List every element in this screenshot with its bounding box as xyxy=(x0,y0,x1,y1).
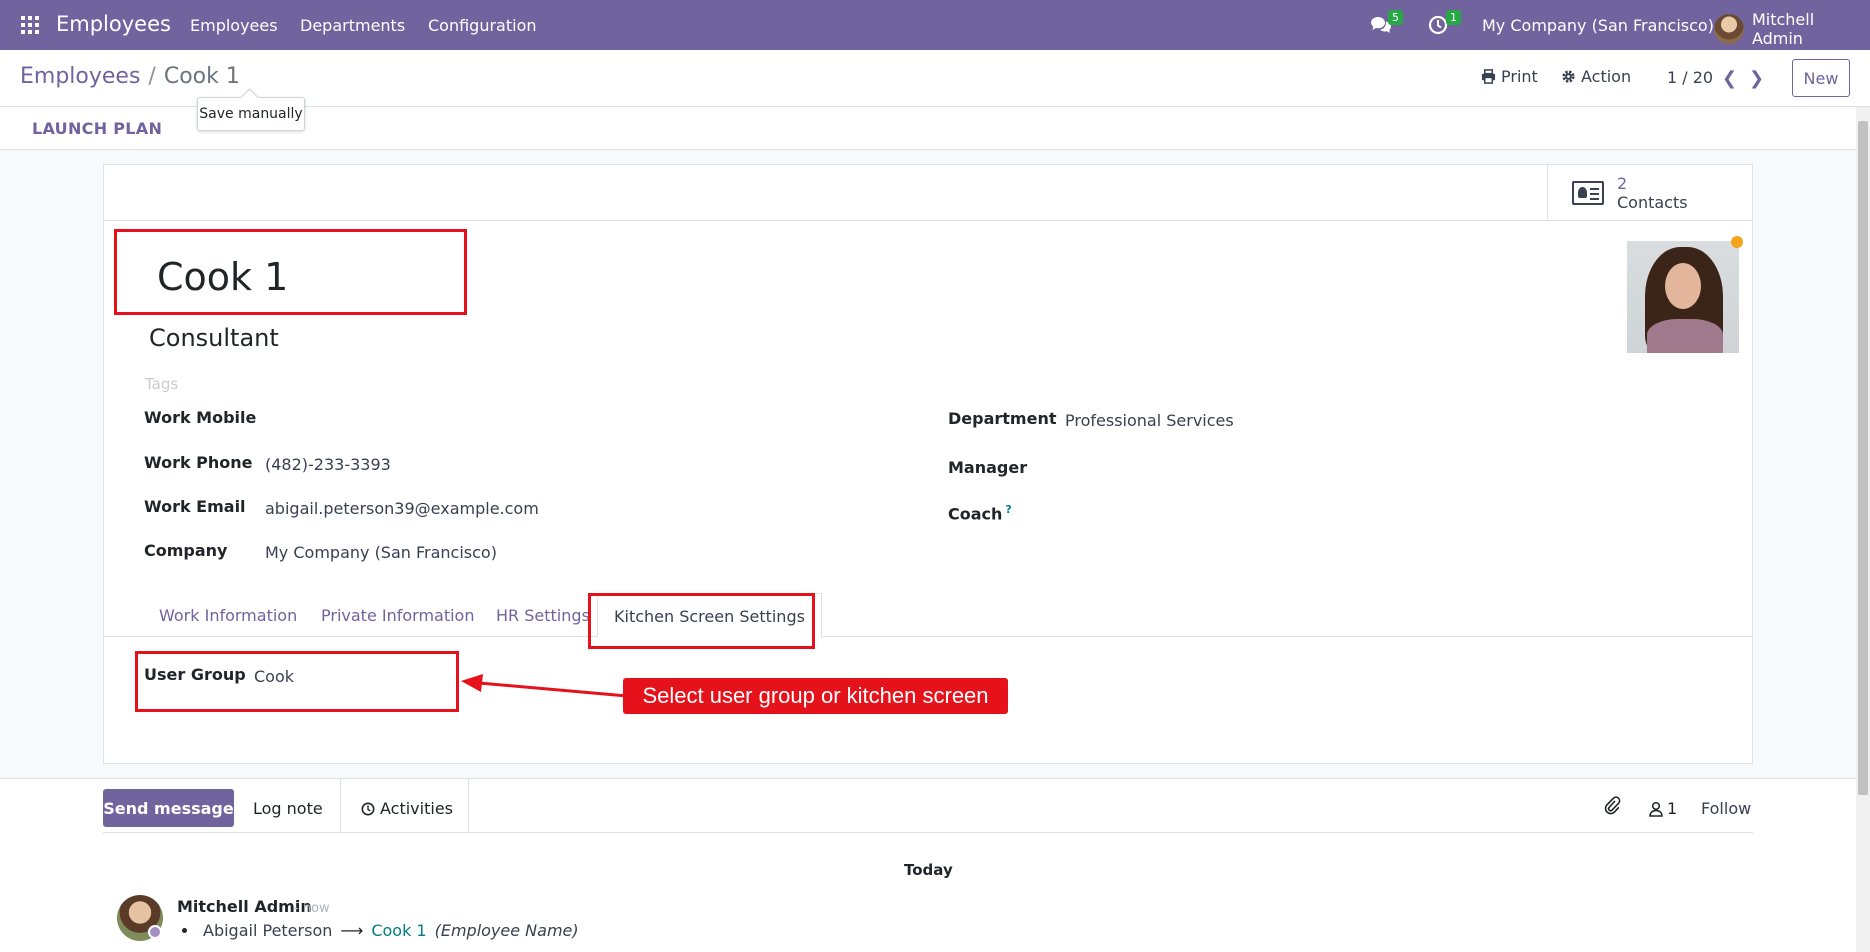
annotation-arrow-icon xyxy=(461,674,628,698)
vertical-scrollbar[interactable] xyxy=(1856,107,1870,952)
menu-configuration[interactable]: Configuration xyxy=(428,16,537,35)
coach-help-icon[interactable]: ? xyxy=(1005,503,1011,516)
chatter-divider xyxy=(468,779,469,832)
launch-plan-button[interactable]: LAUNCH PLAN xyxy=(32,119,162,138)
department-label: Department xyxy=(948,409,1057,428)
clock-icon xyxy=(361,802,375,815)
log-note-button[interactable]: Log note xyxy=(253,799,323,818)
manager-label: Manager xyxy=(948,458,1028,477)
presence-status-dot xyxy=(1731,236,1743,248)
activities-clock-icon[interactable] xyxy=(1428,15,1448,39)
tab-hr-settings[interactable]: HR Settings xyxy=(496,606,590,625)
send-message-button[interactable]: Send message xyxy=(103,789,234,827)
tracking-old-value: Abigail Peterson xyxy=(203,921,333,940)
work-phone-field[interactable]: (482)-233-3393 xyxy=(265,455,391,474)
user-icon xyxy=(1649,801,1663,817)
work-phone-label: Work Phone xyxy=(144,453,253,472)
messages-badge: 5 xyxy=(1388,10,1403,25)
tracking-value-line: Abigail Peterson ⟶ Cook 1 (Employee Name… xyxy=(182,921,579,940)
employee-photo[interactable] xyxy=(1627,241,1739,353)
chatter-divider xyxy=(340,779,341,832)
annotation-label: Select user group or kitchen screen xyxy=(623,678,1008,714)
chatter: Send message Log note Activities 1 Follo… xyxy=(0,778,1856,952)
company-switcher[interactable]: My Company (San Francisco) xyxy=(1482,16,1714,35)
menu-employees[interactable]: Employees xyxy=(190,16,278,35)
department-field[interactable]: Professional Services xyxy=(1065,411,1234,430)
message-author[interactable]: Mitchell Admin xyxy=(177,897,312,916)
paperclip-icon[interactable] xyxy=(1603,796,1621,820)
annotation-user-group-box xyxy=(135,651,459,712)
job-title-field[interactable]: Consultant xyxy=(149,324,279,352)
annotation-name-box xyxy=(114,229,467,315)
work-email-field[interactable]: abigail.peterson39@example.com xyxy=(265,499,539,518)
pager-next-icon[interactable]: ❯ xyxy=(1749,68,1764,89)
follow-button[interactable]: Follow xyxy=(1701,799,1751,818)
new-button[interactable]: New xyxy=(1792,59,1850,97)
breadcrumb: Employees / Cook 1 xyxy=(20,64,240,89)
address-card-icon xyxy=(1572,181,1604,205)
list-bullet xyxy=(182,928,187,933)
contacts-smart-button[interactable]: 2 Contacts xyxy=(1547,165,1753,221)
app-brand[interactable]: Employees xyxy=(56,12,171,36)
company-label: Company xyxy=(144,541,228,560)
tracking-new-value: Cook 1 xyxy=(371,921,427,940)
tracking-field-name: (Employee Name) xyxy=(434,921,579,940)
chatter-separator xyxy=(103,832,1753,833)
tab-private-information[interactable]: Private Information xyxy=(321,606,474,625)
annotation-tab-box xyxy=(588,593,815,649)
breadcrumb-separator: / xyxy=(148,64,156,89)
message-time: - now xyxy=(294,901,330,916)
user-name: Mitchell Admin xyxy=(1751,10,1815,48)
activities-button[interactable]: Activities xyxy=(361,799,453,818)
top-navbar: Employees Employees Departments Configur… xyxy=(0,0,1870,50)
tags-input[interactable]: Tags xyxy=(145,375,178,393)
date-separator: Today xyxy=(904,861,953,879)
gear-icon xyxy=(1562,70,1575,83)
contacts-label: Contacts xyxy=(1617,193,1688,212)
activities-badge: 1 xyxy=(1446,10,1461,25)
action-button[interactable]: Action xyxy=(1561,67,1631,86)
company-field[interactable]: My Company (San Francisco) xyxy=(265,543,497,562)
print-icon xyxy=(1481,69,1496,84)
scrollbar-thumb[interactable] xyxy=(1858,121,1868,795)
apps-menu-icon[interactable] xyxy=(21,16,39,34)
work-email-label: Work Email xyxy=(144,497,246,516)
work-mobile-label: Work Mobile xyxy=(144,408,257,427)
notebook-tabs: Work Information Private Information HR … xyxy=(104,593,1752,638)
pager-prev-icon[interactable]: ❮ xyxy=(1722,68,1737,89)
followers-button[interactable]: 1 xyxy=(1649,799,1677,818)
save-manually-tooltip: Save manually xyxy=(197,97,305,131)
breadcrumb-employees[interactable]: Employees xyxy=(20,64,140,89)
online-status-dot xyxy=(148,925,162,939)
arrow-right-icon: ⟶ xyxy=(340,921,364,940)
pager-value[interactable]: 1 / 20 xyxy=(1667,68,1713,87)
breadcrumb-current: Cook 1 xyxy=(163,64,240,89)
button-box: 2 Contacts xyxy=(104,165,1752,221)
contacts-count: 2 xyxy=(1617,174,1628,193)
user-menu[interactable]: Mitchell Admin xyxy=(1714,10,1870,48)
tab-work-information[interactable]: Work Information xyxy=(159,606,297,625)
coach-label: Coach? xyxy=(948,503,1012,524)
menu-departments[interactable]: Departments xyxy=(300,16,405,35)
user-avatar xyxy=(1714,14,1744,44)
print-button[interactable]: Print xyxy=(1481,67,1538,86)
